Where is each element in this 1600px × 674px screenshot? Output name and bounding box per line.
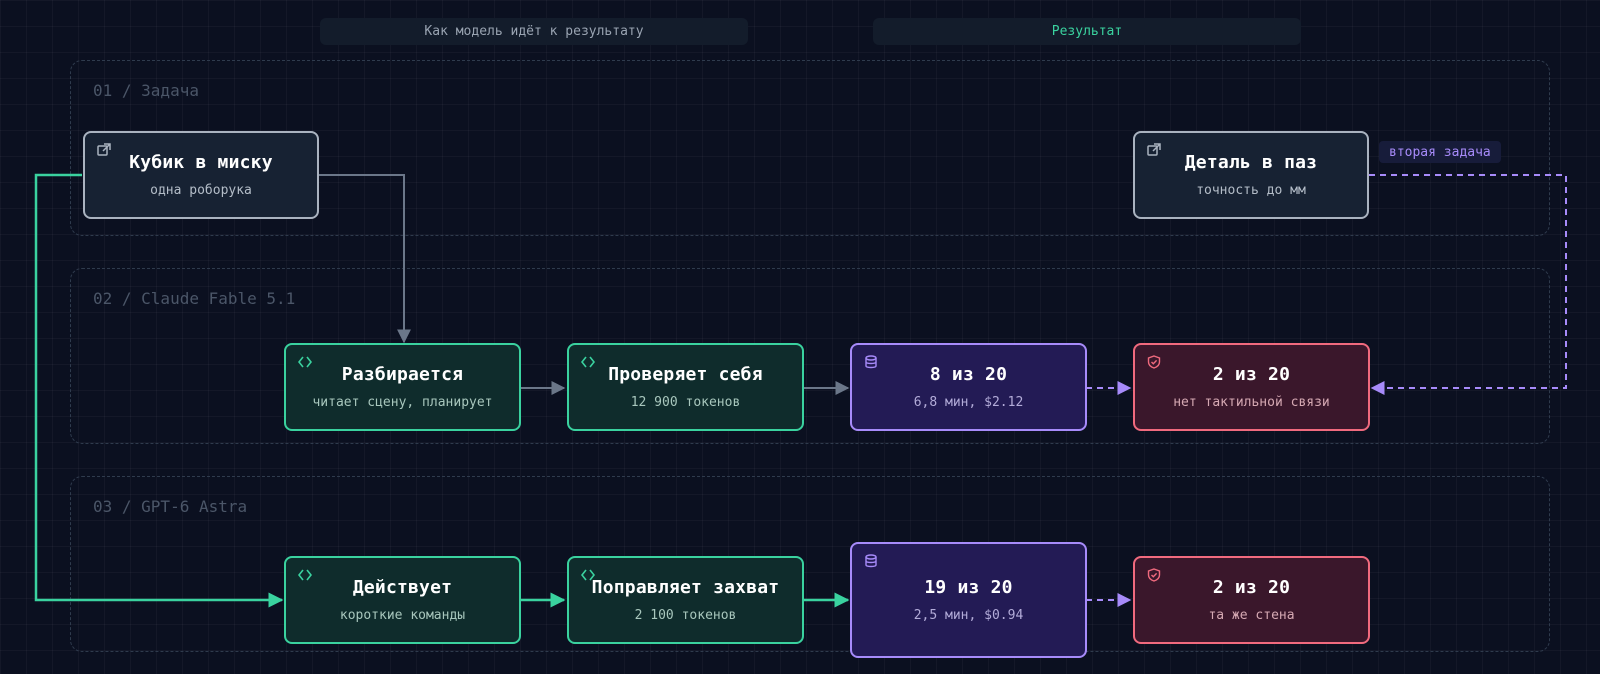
node-title: Поправляет захват xyxy=(591,577,780,598)
node-subtitle: 2,5 мин, $0.94 xyxy=(913,608,1024,623)
edge-task-to-fable xyxy=(314,174,411,344)
node-subtitle: короткие команды xyxy=(339,608,466,623)
node-astra-act[interactable]: Действует короткие команды xyxy=(284,556,521,644)
edge-second-task xyxy=(1369,174,1567,395)
node-subtitle: одна роборука xyxy=(150,183,252,198)
external-link-icon xyxy=(97,143,111,156)
code-icon xyxy=(298,356,312,368)
node-title: Кубик в миску xyxy=(129,152,273,173)
edge-label-second-task: вторая задача xyxy=(1379,141,1501,163)
node-title: Деталь в паз xyxy=(1184,152,1318,173)
node-subtitle: точность до мм xyxy=(1196,183,1306,198)
node-astra-fail[interactable]: 2 из 20 та же стена xyxy=(1133,556,1370,644)
node-subtitle: читает сцену, планирует xyxy=(312,395,493,410)
node-fable-analyze[interactable]: Разбирается читает сцену, планирует xyxy=(284,343,521,431)
node-task-part[interactable]: Деталь в паз точность до мм xyxy=(1133,131,1369,219)
node-title: Разбирается xyxy=(341,364,464,385)
node-title: 19 из 20 xyxy=(924,577,1013,598)
node-astra-metric[interactable]: 19 из 20 2,5 мин, $0.94 xyxy=(850,542,1087,658)
shield-icon xyxy=(1147,568,1161,582)
node-fable-metric[interactable]: 8 из 20 6,8 мин, $2.12 xyxy=(850,343,1087,431)
node-title: 2 из 20 xyxy=(1212,364,1291,385)
node-title: Действует xyxy=(352,577,453,598)
node-astra-fix-grip[interactable]: Поправляет захват 2 100 токенов xyxy=(567,556,804,644)
code-icon xyxy=(581,356,595,368)
database-icon xyxy=(865,355,877,369)
external-link-icon xyxy=(1147,143,1161,156)
code-icon xyxy=(581,569,595,581)
edge-task-to-astra xyxy=(34,173,284,608)
code-icon xyxy=(298,569,312,581)
shield-icon xyxy=(1147,355,1161,369)
node-title: 8 из 20 xyxy=(929,364,1008,385)
node-subtitle: 2 100 токенов xyxy=(634,608,737,623)
node-subtitle: 12 900 токенов xyxy=(630,395,741,410)
node-subtitle: 6,8 мин, $2.12 xyxy=(913,395,1024,410)
database-icon xyxy=(865,554,877,568)
node-fable-fail[interactable]: 2 из 20 нет тактильной связи xyxy=(1133,343,1370,431)
node-fable-selfcheck[interactable]: Проверяет себя 12 900 токенов xyxy=(567,343,804,431)
node-title: 2 из 20 xyxy=(1212,577,1291,598)
node-title: Проверяет себя xyxy=(608,364,763,385)
node-subtitle: та же стена xyxy=(1208,608,1295,623)
node-task-cube[interactable]: Кубик в миску одна роборука xyxy=(83,131,319,219)
node-subtitle: нет тактильной связи xyxy=(1173,395,1330,410)
